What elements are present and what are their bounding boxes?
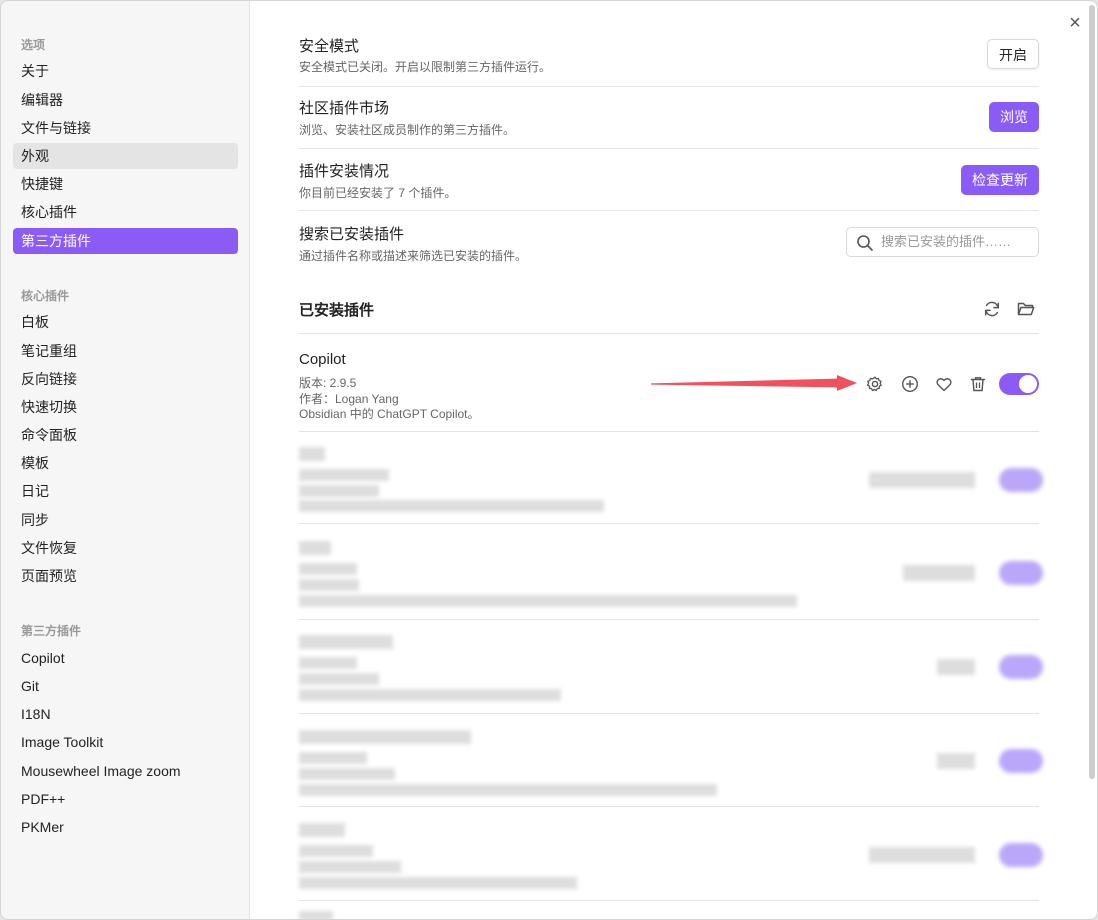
sidebar-item-page-preview[interactable]: 页面预览	[13, 563, 238, 589]
settings-window: 选项 关于 编辑器 文件与链接 外观 快捷键 核心插件 第三方插件 核心插件 白…	[0, 0, 1098, 920]
search-installed-desc: 通过插件名称或描述来筛选已安装的插件。	[299, 249, 528, 263]
add-hotkey-icon[interactable]	[900, 374, 920, 394]
install-status-desc: 你目前已经安装了 7 个插件。	[299, 186, 457, 200]
community-plugins-heading: 第三方插件	[21, 624, 82, 638]
search-installed-title: 搜索已安装插件	[299, 226, 405, 243]
search-icon	[856, 234, 874, 257]
settings-content: 安全模式 安全模式已关闭。开启以限制第三方插件运行。 开启 社区插件市场 浏览、…	[251, 1, 1086, 919]
plugin-name: Copilot	[299, 351, 346, 368]
sidebar-item-pkmer[interactable]: PKMer	[13, 814, 238, 840]
safe-mode-setting: 安全模式 安全模式已关闭。开启以限制第三方插件运行。 开启	[299, 25, 1039, 87]
sidebar-item-git[interactable]: Git	[13, 673, 238, 699]
plugin-divider	[299, 806, 1039, 807]
annotation-arrow	[651, 375, 857, 391]
market-title: 社区插件市场	[299, 100, 390, 117]
settings-sidebar: 选项 关于 编辑器 文件与链接 外观 快捷键 核心插件 第三方插件 核心插件 白…	[1, 1, 250, 919]
reload-icon[interactable]	[982, 299, 1002, 319]
sidebar-item-i18n[interactable]: I18N	[13, 701, 238, 727]
sidebar-item-canvas[interactable]: 白板	[13, 309, 238, 335]
heart-icon[interactable]	[934, 374, 954, 394]
sidebar-item-appearance[interactable]: 外观	[13, 143, 238, 169]
sidebar-item-sync[interactable]: 同步	[13, 507, 238, 533]
install-status-setting: 插件安装情况 你目前已经安装了 7 个插件。 检查更新	[299, 149, 1039, 211]
sidebar-item-copilot[interactable]: Copilot	[13, 645, 238, 671]
search-installed-setting: 搜索已安装插件 通过插件名称或描述来筛选已安装的插件。	[299, 211, 1039, 273]
safe-mode-title: 安全模式	[299, 38, 360, 55]
plugin-divider	[299, 619, 1039, 620]
core-plugins-heading: 核心插件	[21, 289, 70, 303]
sidebar-item-mousewheel-image-zoom[interactable]: Mousewheel Image zoom	[13, 758, 238, 784]
plugin-description: Obsidian 中的 ChatGPT Copilot。	[299, 407, 480, 421]
market-desc: 浏览、安装社区成员制作的第三方插件。	[299, 123, 516, 137]
toggle-knob	[1019, 375, 1037, 393]
sidebar-item-daily-notes[interactable]: 日记	[13, 478, 238, 504]
sidebar-item-note-composer[interactable]: 笔记重组	[13, 338, 238, 364]
plugin-enable-toggle[interactable]	[999, 373, 1039, 395]
trash-icon[interactable]	[968, 374, 988, 394]
search-installed-input[interactable]	[881, 234, 1031, 249]
sidebar-item-community-plugins[interactable]: 第三方插件	[13, 228, 238, 254]
sidebar-item-hotkeys[interactable]: 快捷键	[13, 171, 238, 197]
sidebar-item-templates[interactable]: 模板	[13, 450, 238, 476]
sidebar-item-about[interactable]: 关于	[13, 58, 238, 84]
plugin-version: 版本: 2.9.5	[299, 376, 357, 390]
sidebar-item-command-palette[interactable]: 命令面板	[13, 422, 238, 448]
sidebar-item-editor[interactable]: 编辑器	[13, 87, 238, 113]
gear-icon[interactable]	[865, 374, 885, 394]
installed-divider	[299, 333, 1039, 334]
blurred-plugin-item	[299, 911, 333, 919]
sidebar-item-core-plugins[interactable]: 核心插件	[13, 199, 238, 225]
sidebar-item-file-recovery[interactable]: 文件恢复	[13, 535, 238, 561]
browse-button[interactable]: 浏览	[989, 102, 1039, 132]
sidebar-item-image-toolkit[interactable]: Image Toolkit	[13, 729, 238, 755]
sidebar-item-files-links[interactable]: 文件与链接	[13, 115, 238, 141]
install-status-title: 插件安装情况	[299, 163, 390, 180]
sidebar-item-backlinks[interactable]: 反向链接	[13, 366, 238, 392]
market-setting: 社区插件市场 浏览、安装社区成员制作的第三方插件。 浏览	[299, 87, 1039, 149]
sidebar-item-quick-switcher[interactable]: 快速切换	[13, 394, 238, 420]
plugin-divider	[299, 523, 1039, 524]
options-heading: 选项	[21, 38, 46, 52]
scrollbar[interactable]	[1089, 5, 1095, 779]
safe-mode-desc: 安全模式已关闭。开启以限制第三方插件运行。	[299, 60, 552, 74]
installed-plugins-heading: 已安装插件	[299, 302, 375, 319]
plugin-divider	[299, 713, 1039, 714]
sidebar-item-pdf-plus[interactable]: PDF++	[13, 786, 238, 812]
plugin-divider	[299, 900, 1039, 901]
plugin-divider	[299, 431, 1039, 432]
safe-mode-button[interactable]: 开启	[987, 39, 1039, 69]
search-installed-box[interactable]	[846, 227, 1039, 257]
folder-icon[interactable]	[1016, 299, 1036, 319]
check-updates-button[interactable]: 检查更新	[961, 165, 1039, 195]
